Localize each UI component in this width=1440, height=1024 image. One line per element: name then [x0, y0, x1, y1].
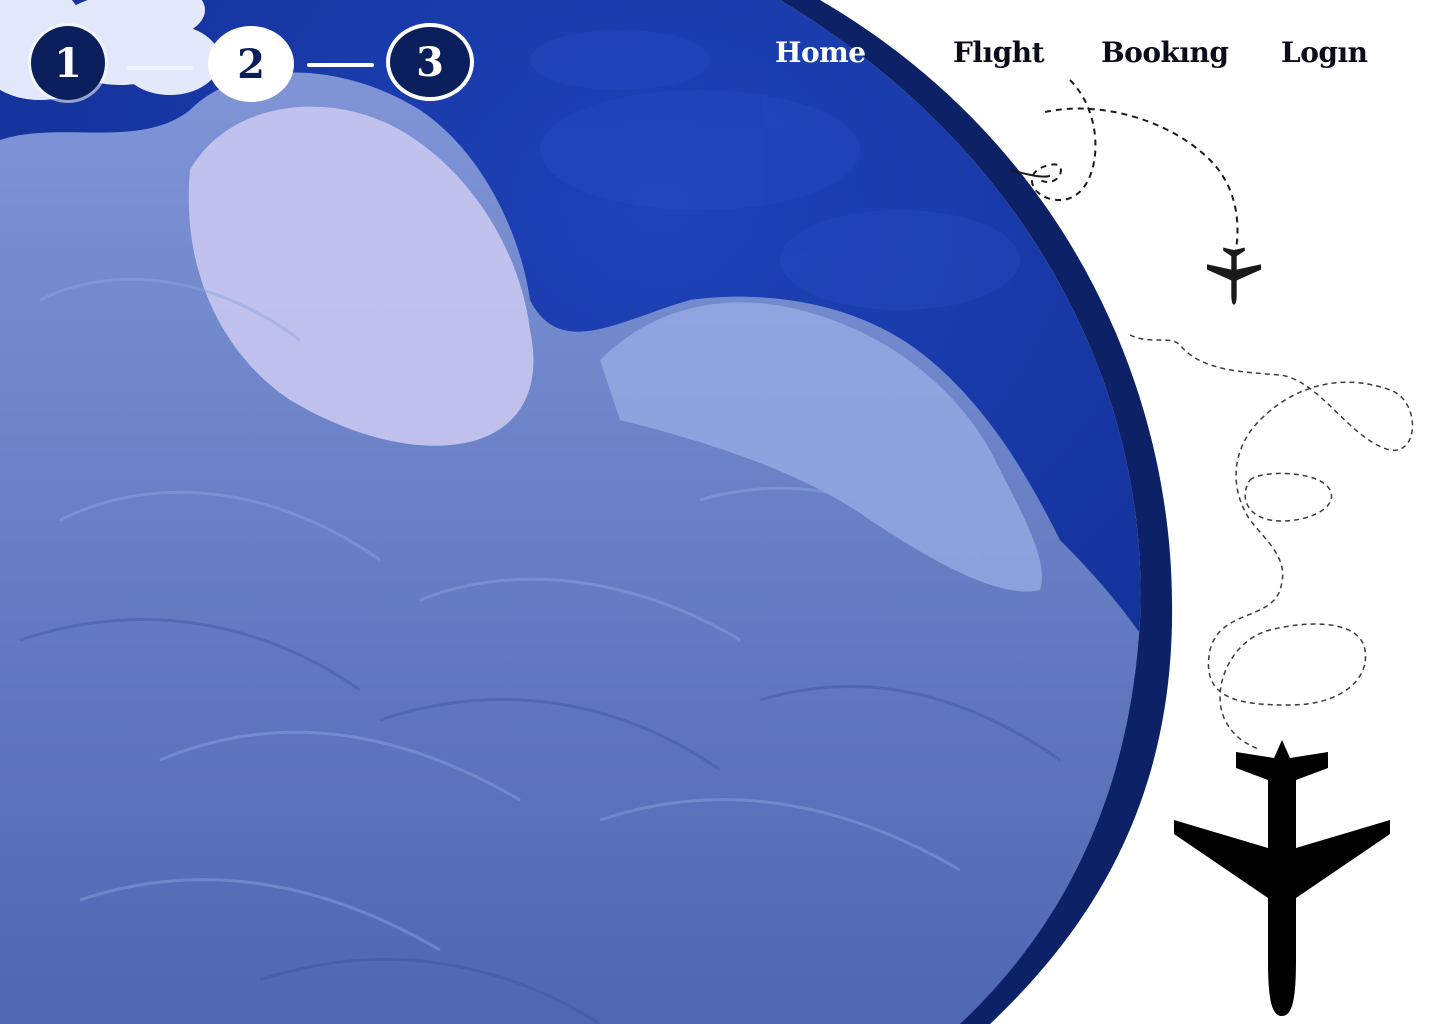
step-connector	[126, 66, 194, 70]
step-connector	[307, 63, 374, 67]
nav-home-link[interactable]: Home	[775, 36, 866, 69]
step-2-button[interactable]: 2	[208, 26, 294, 102]
step-3-button[interactable]: 3	[386, 23, 474, 101]
nav-booking-link[interactable]: Bookıng	[1101, 36, 1229, 69]
large-airplane-icon	[1174, 740, 1390, 1016]
step-1-button[interactable]: 1	[31, 26, 105, 100]
booking-page: 1 2 3 Home Flıght Bookıng Logın	[0, 0, 1440, 1024]
small-airplane-icon	[1207, 247, 1261, 305]
nav-flight-link[interactable]: Flıght	[953, 36, 1045, 69]
booking-stepper: 1 2 3	[0, 0, 520, 120]
nav-login-link[interactable]: Logın	[1281, 36, 1368, 69]
main-nav: Home Flıght Bookıng Logın	[760, 36, 1400, 86]
